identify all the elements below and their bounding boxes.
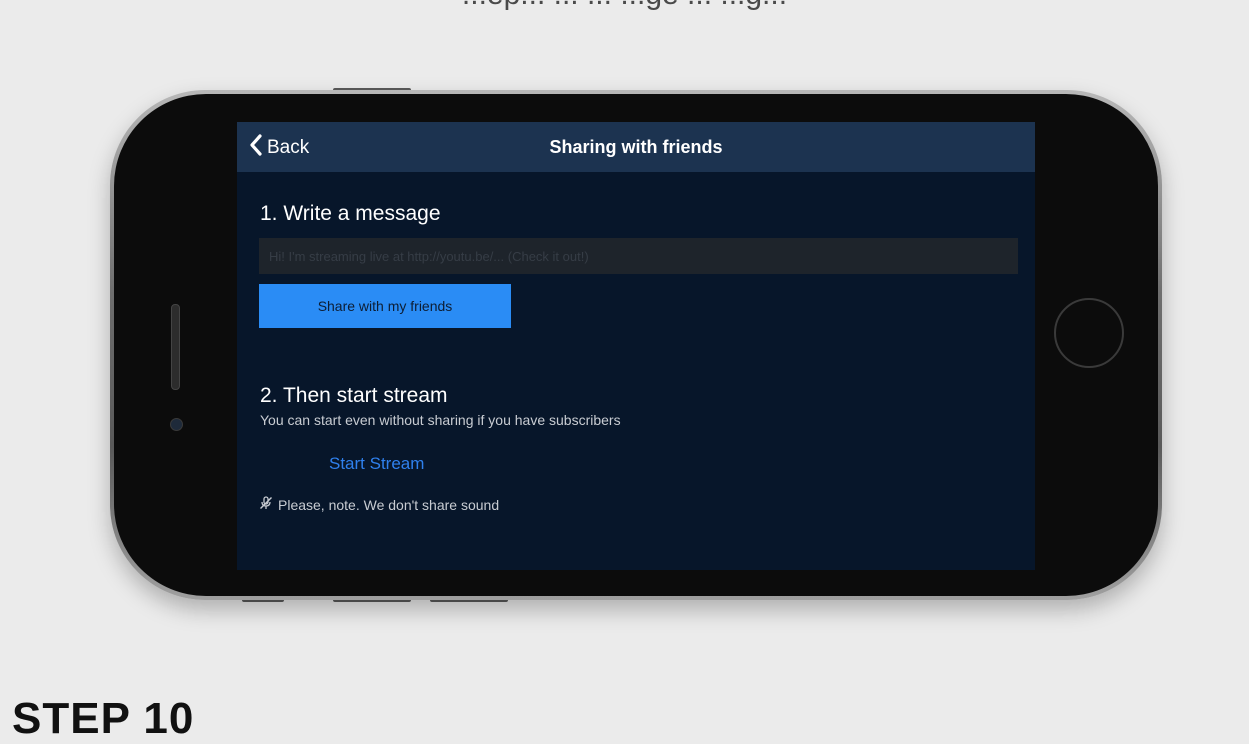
sound-note: Please, note. We don't share sound <box>259 496 499 513</box>
header-text: ...ep... ... ... ...ge ... ...g... <box>0 0 1249 12</box>
app-screen: Back Sharing with friends 1. Write a mes… <box>237 122 1035 570</box>
nav-bar: Back Sharing with friends <box>237 122 1035 172</box>
earpiece-speaker <box>171 304 180 390</box>
section-1-title: 1. Write a message <box>260 202 441 225</box>
header-text-area: ...ep... ... ... ...ge ... ...g... <box>0 0 1249 30</box>
mute-icon <box>259 496 278 513</box>
sound-note-text: Please, note. We don't share sound <box>278 496 500 513</box>
start-stream-button[interactable]: Start Stream <box>329 454 424 474</box>
section-2-subtitle: You can start even without sharing if yo… <box>260 412 621 428</box>
message-input[interactable] <box>259 238 1018 274</box>
nav-title: Sharing with friends <box>549 137 723 157</box>
home-button[interactable] <box>1054 298 1124 368</box>
front-camera <box>170 418 183 431</box>
section-2-title: 2. Then start stream <box>260 384 448 407</box>
share-with-friends-button[interactable]: Share with my friends <box>259 284 511 328</box>
